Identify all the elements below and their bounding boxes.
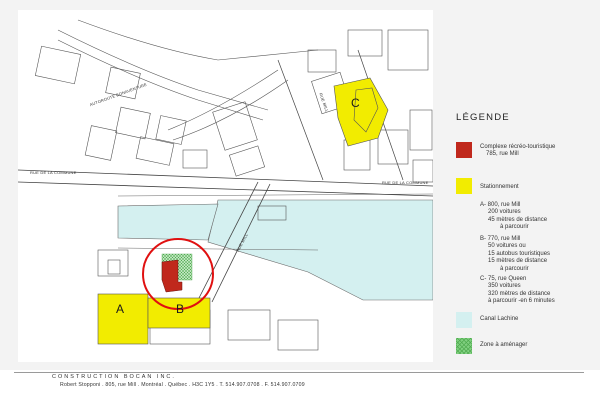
- legend-text-stationnement: Stationnement: [480, 184, 519, 190]
- zone-label-c: C: [351, 96, 360, 110]
- legend-text-parking-c: C- 75, rue Queen 350 voitures 320 mètres…: [480, 276, 555, 305]
- site-plan-page: A B C RUE DE LA COMMUNE RUE DE LA COMMUN…: [0, 0, 600, 400]
- legend-swatch-complexe: [456, 142, 472, 158]
- legend-text-canal: Canal Lachine: [480, 316, 519, 322]
- legend-swatch-zone: [456, 338, 472, 354]
- legend-text-parking-b: B- 770, rue Mill 50 voitures ou 15 autob…: [480, 236, 551, 272]
- footer-divider: [14, 372, 584, 373]
- legend-panel: LÉGENDE Complexe récréo-touristique 785,…: [440, 0, 600, 370]
- legend-swatch-canal: [456, 312, 472, 328]
- legend-text-parking-a: A- 800, rue Mill 200 voitures 45 mètres …: [480, 202, 548, 231]
- legend-text-complexe: Complexe récréo-touristique 785, rue Mil…: [480, 144, 556, 158]
- company-address: Robert Stopponi . 805, rue Mill . Montré…: [60, 382, 305, 388]
- plan-sheet: A B C RUE DE LA COMMUNE RUE DE LA COMMUN…: [0, 0, 600, 370]
- canal-lachine-west: [117, 203, 219, 241]
- zone-label-b: B: [176, 302, 185, 316]
- street-label-rue-de-la-commune-west: RUE DE LA COMMUNE: [30, 170, 77, 175]
- map-drawing: [18, 10, 433, 362]
- legend-title: LÉGENDE: [456, 112, 510, 123]
- legend-swatch-stationnement: [456, 178, 472, 194]
- company-name: CONSTRUCTION BOCAN INC.: [52, 374, 176, 380]
- map-background: [18, 10, 433, 362]
- street-label-rue-de-la-commune-east: RUE DE LA COMMUNE: [382, 180, 429, 185]
- footer: CONSTRUCTION BOCAN INC. Robert Stopponi …: [0, 370, 600, 400]
- site-map: A B C RUE DE LA COMMUNE RUE DE LA COMMUN…: [18, 10, 433, 362]
- legend-text-zone: Zone à aménager: [480, 342, 528, 348]
- zone-label-a: A: [116, 302, 125, 316]
